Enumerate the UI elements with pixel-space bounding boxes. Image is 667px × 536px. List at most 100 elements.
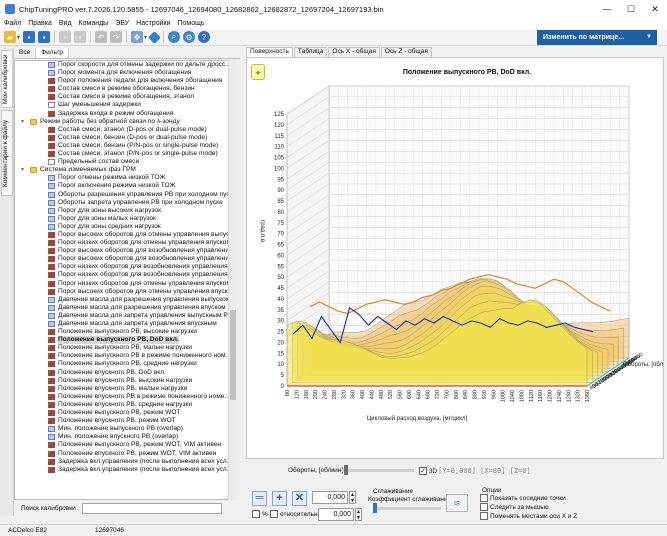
menu-ecu[interactable]: ЭБУ: [115, 20, 129, 27]
option-follow-mouse-checkbox[interactable]: [480, 503, 488, 511]
tree-item[interactable]: Обороты запрета управления РВ при холодн…: [15, 199, 235, 207]
search-icon[interactable]: ⌕: [168, 31, 181, 43]
tab-table[interactable]: Таблица: [293, 47, 328, 57]
tree-item[interactable]: Давление масла для запрета управления вп…: [15, 320, 235, 328]
add-value-button[interactable]: +: [272, 491, 287, 506]
tree-item[interactable]: Задержка вкл.управления (после выполнени…: [15, 466, 235, 474]
multiply-value-button[interactable]: ✕: [292, 491, 307, 506]
tree-item[interactable]: Обороты разрешения управления РВ при хол…: [15, 191, 235, 199]
settings-icon[interactable]: ⚙: [183, 31, 196, 43]
tab-filter[interactable]: Фильтр: [36, 48, 70, 58]
option-swap-axes-checkbox[interactable]: [480, 512, 488, 520]
tree-item[interactable]: Положение впускного РВ, режим WOT, VIM а…: [15, 450, 235, 458]
tree-scrollbar-thumb[interactable]: [230, 310, 236, 400]
tree-item[interactable]: Положение впускного РВ, средние нагрузки: [15, 401, 235, 409]
tree-scrollbar[interactable]: [228, 60, 236, 500]
tree-item[interactable]: Положение выпускного РВ в режиме понижен…: [15, 352, 235, 360]
minimize-button[interactable]: —: [595, 0, 619, 18]
maximize-button[interactable]: ☐: [619, 0, 643, 18]
tree-item[interactable]: Состав смеси, этанол (P/N-pos or single-…: [15, 150, 235, 158]
menu-file[interactable]: Файл: [4, 20, 21, 27]
navigate-dropdown-icon[interactable]: ▾: [144, 34, 147, 41]
show-3d-checkbox[interactable]: ✓: [419, 467, 427, 475]
tree-item[interactable]: Порог низких оборотов для возобновления …: [15, 271, 235, 279]
menu-view[interactable]: Вид: [59, 20, 72, 27]
option-swap-axes[interactable]: Поменять местами оси X и Z: [480, 512, 577, 520]
tree-item[interactable]: Положение впускного РВ, DoD вкл.: [15, 369, 235, 377]
tree-item[interactable]: Положение выпускного РВ, DoD вкл.: [15, 336, 235, 345]
option-show-neighbors-checkbox[interactable]: [480, 494, 488, 502]
tree-item[interactable]: Положение выпускного РВ, режим WOT: [15, 409, 235, 417]
open-folder-icon[interactable]: ▰: [4, 31, 16, 43]
percent-toggle[interactable]: %: [252, 510, 268, 518]
tab-my-calibrations[interactable]: Мои калибровки: [1, 50, 13, 108]
tree-item[interactable]: Давление масла для разрешения управления…: [15, 304, 235, 312]
tree-item[interactable]: Порог высоких оборотов для отмены управл…: [15, 288, 235, 296]
tree-item[interactable]: Давление масла для разрешения управления…: [15, 296, 235, 304]
tree-item[interactable]: Положение впускного РВ, режим WOT: [15, 417, 235, 425]
value-spinner[interactable]: ▲ ▼: [349, 491, 356, 504]
tab-x-axis[interactable]: Ось X - общая: [328, 47, 380, 57]
tree-item[interactable]: Положение впускного РВ, высокие нагрузки: [15, 377, 235, 385]
tree-item[interactable]: Порог момента для включения обогащения: [15, 69, 235, 77]
tree-item[interactable]: Мин. положение впускного РВ (overlap): [15, 433, 235, 441]
menu-settings[interactable]: Настройки: [136, 20, 170, 27]
menu-commands[interactable]: Команды: [79, 20, 109, 27]
paste-icon[interactable]: ▫: [74, 31, 87, 43]
tree-item[interactable]: Порог для зоны высоких нагрузок: [15, 207, 235, 215]
close-button[interactable]: ✕: [643, 0, 667, 18]
connect-icon[interactable]: [148, 30, 161, 44]
tree-item[interactable]: Давление масла для запрета управления вы…: [15, 312, 235, 320]
tree-item[interactable]: Положение впускного РВ в режиме пониженн…: [15, 393, 235, 401]
relative-toggle[interactable]: относительно: [270, 510, 321, 518]
tree-item[interactable]: Задержка вкл.управления (после выполнени…: [15, 458, 235, 466]
tree-item[interactable]: Положение выпускного РВ, режим WOT, VIM …: [15, 441, 235, 449]
tab-z-axis[interactable]: Ось Z - общая: [380, 47, 432, 57]
change-by-matrix-button[interactable]: Изменить по матрице... ▼: [537, 30, 657, 45]
relative-value-spinner[interactable]: ▲ ▼: [355, 508, 362, 521]
tree-item[interactable]: Состав смеси, бензин (P/N-pos or single-…: [15, 142, 235, 150]
save-as-icon[interactable]: ▪: [38, 31, 51, 43]
apply-smoothing-button[interactable]: ≋: [446, 494, 468, 512]
tree-item[interactable]: Состав смеси, этанол (D-pos or dual-puls…: [15, 126, 235, 134]
option-show-neighbors[interactable]: Показать соседние точки: [480, 494, 566, 502]
expand-arrow-icon[interactable]: ▾: [21, 118, 24, 126]
relative-checkbox[interactable]: [270, 510, 278, 518]
tree-item[interactable]: Порог скорости для отмены задержки по де…: [15, 61, 235, 69]
save-icon[interactable]: ▪: [23, 31, 36, 43]
tab-surface[interactable]: Поверхность: [246, 47, 293, 57]
relative-value-input[interactable]: 0,000: [318, 508, 354, 521]
undo-icon[interactable]: ↶: [95, 31, 108, 43]
menu-edit[interactable]: Правка: [28, 20, 52, 27]
tree-item[interactable]: Порог низких оборотов для отмены управле…: [15, 239, 235, 247]
tree-item[interactable]: Положение выпускного РВ, высокие нагрузк…: [15, 328, 235, 336]
tab-all[interactable]: Все: [14, 48, 37, 58]
rpm-slider-track[interactable]: [342, 469, 414, 472]
show-3d-toggle[interactable]: ✓ 3D: [419, 467, 437, 475]
tree-folder[interactable]: ▾ Режим работы без обратной связи по λ-зо…: [15, 118, 235, 126]
set-value-button[interactable]: ═: [252, 491, 267, 506]
tree-item[interactable]: Порог для зоны средних нагрузок: [15, 223, 235, 231]
tree-item[interactable]: Порог включения режима низкой ТОЖ: [15, 182, 235, 190]
rpm-slider-thumb[interactable]: [344, 465, 348, 475]
tree-item[interactable]: Порог для зоны малых нагрузок: [15, 215, 235, 223]
tree-item[interactable]: Порог низких оборотов для отмены управле…: [15, 280, 235, 288]
tree-item[interactable]: Порог высоких оборотов для отмены управл…: [15, 231, 235, 239]
help-icon[interactable]: ?: [198, 31, 211, 43]
percent-checkbox[interactable]: [252, 510, 260, 518]
tree-item[interactable]: Положение выпускного РВ, средние нагрузк…: [15, 360, 235, 368]
tree-item[interactable]: Мин. положение выпускного РВ (overlap): [15, 425, 235, 433]
tree-item[interactable]: Задержка входа в режим обогащения: [15, 110, 235, 118]
surface-chart[interactable]: 0 5 10 15 20 25 30 35 40 45 50 55 60 65 70 75 80 85 90 95 10…: [247, 58, 663, 458]
tree-item[interactable]: Состав смеси в режиме обогащения, этанол: [15, 93, 235, 101]
value-input[interactable]: 0,000: [312, 491, 348, 504]
tree-item[interactable]: Предельный состав смеси: [15, 158, 235, 166]
open-dropdown-icon[interactable]: ▾: [17, 34, 20, 41]
tree-item[interactable]: Шаг уменьшения задержки: [15, 101, 235, 109]
redo-icon[interactable]: ↷: [110, 31, 123, 43]
tree-item[interactable]: Положение выпускного РВ, малые нагрузки: [15, 344, 235, 352]
search-input[interactable]: [81, 502, 222, 514]
expand-arrow-icon[interactable]: ▾: [21, 166, 24, 174]
lightbulb-icon[interactable]: ✦: [251, 64, 265, 80]
tree-item[interactable]: Состав смеси, бензин (D-pos or dual-puls…: [15, 134, 235, 142]
